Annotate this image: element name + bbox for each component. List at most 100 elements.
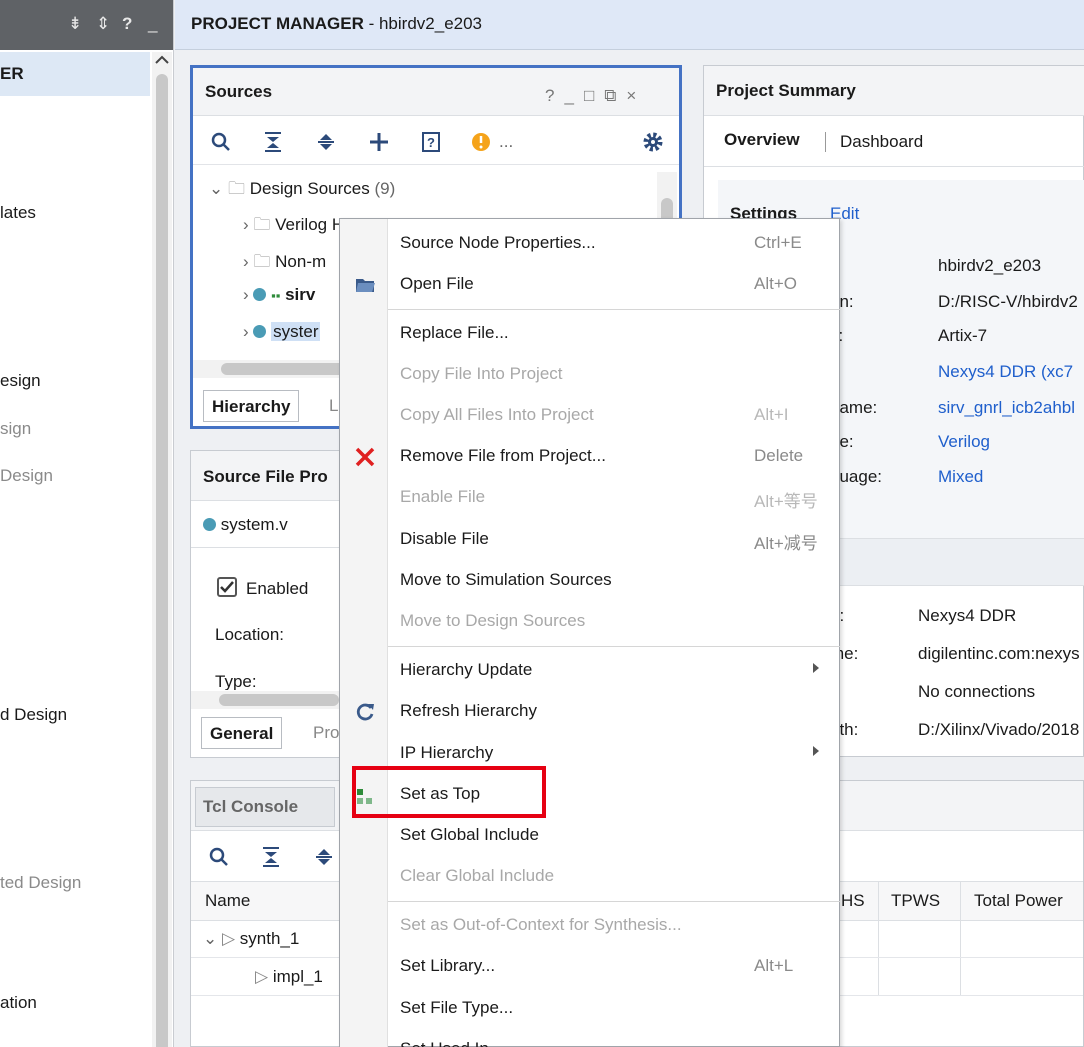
maximize-icon[interactable]: □ xyxy=(584,86,604,105)
refresh-icon xyxy=(356,703,374,721)
menu-item-disable-file[interactable]: Disable File Alt+减号 xyxy=(400,524,820,554)
flow-navigator: ⇟ ⇕ ? _ ER lates esign sign Design d Des… xyxy=(0,0,174,1047)
close-icon[interactable]: × xyxy=(626,86,646,105)
scrollbar-thumb[interactable] xyxy=(219,694,339,706)
collapse-all-icon[interactable]: ⇟ xyxy=(68,14,82,34)
flow-nav-item-simulation[interactable]: ation xyxy=(0,993,37,1013)
menu-item-refresh-hierarchy[interactable]: Refresh Hierarchy xyxy=(400,696,820,726)
tree-row-non-module[interactable]: › 🗀 Non-m xyxy=(243,249,326,278)
tab-general[interactable]: General xyxy=(201,717,283,749)
flow-nav-item-design[interactable]: esign xyxy=(0,371,41,391)
menu-item-ip-hierarchy[interactable]: IP Hierarchy xyxy=(400,738,820,768)
warning-icon[interactable] xyxy=(469,130,493,154)
expand-all-icon[interactable] xyxy=(314,130,338,154)
help-icon[interactable]: ? xyxy=(545,86,564,105)
menu-item-remove-file[interactable]: Remove File from Project... Delete xyxy=(400,441,820,471)
menu-item-set-library[interactable]: Set Library... Alt+L xyxy=(400,951,820,981)
tab-overview[interactable]: Overview xyxy=(724,130,800,150)
context-menu: Source Node Properties... Ctrl+E Open Fil… xyxy=(339,218,840,1047)
enabled-label: Enabled xyxy=(246,579,309,598)
file-properties-icon[interactable]: ? xyxy=(419,130,443,154)
location-label: Location: xyxy=(215,625,284,644)
chevron-right-icon[interactable]: › xyxy=(243,252,249,271)
scrollbar-thumb[interactable] xyxy=(156,74,168,1047)
source-dot-icon xyxy=(253,325,267,338)
flow-nav-item-design-2[interactable]: sign xyxy=(0,419,31,439)
folder-icon: 🗀 xyxy=(227,179,245,198)
tab-properties[interactable]: Pro xyxy=(313,723,339,743)
chevron-down-icon[interactable]: ⌄ xyxy=(209,179,223,198)
scroll-up-icon[interactable] xyxy=(154,54,170,66)
menu-item-open-file[interactable]: Open File Alt+O xyxy=(400,269,820,299)
search-icon[interactable] xyxy=(209,130,233,154)
props-divider xyxy=(191,547,349,548)
scrollbar-thumb[interactable] xyxy=(221,363,351,375)
props-h-scrollbar[interactable] xyxy=(191,691,349,709)
menu-item-set-global-include[interactable]: Set Global Include xyxy=(400,820,820,850)
menu-item-set-used-in[interactable]: Set Used In... xyxy=(400,1034,820,1047)
chevron-down-icon[interactable]: ⌄ xyxy=(203,929,217,948)
column-divider xyxy=(960,881,961,996)
menu-item-out-of-context: Set as Out-of-Context for Synthesis... xyxy=(400,915,682,934)
tree-row-system[interactable]: › syster xyxy=(243,322,321,342)
checkmark-icon xyxy=(220,581,234,593)
tree-row-sirv[interactable]: › ▪▪ sirv xyxy=(243,285,315,305)
tree-row-design-sources[interactable]: ⌄ 🗀 Design Sources (9) xyxy=(209,176,395,205)
add-sources-icon[interactable] xyxy=(367,130,391,154)
source-dot-icon xyxy=(253,288,267,301)
minimize-icon[interactable]: _ xyxy=(564,86,583,105)
toolbar-more[interactable]: ... xyxy=(499,132,513,152)
search-icon[interactable] xyxy=(207,845,231,869)
collapse-all-icon[interactable] xyxy=(261,130,285,154)
settings-value: hbirdv2_e203 xyxy=(938,256,1042,275)
table-row[interactable]: ▷ impl_1 xyxy=(255,967,323,987)
column-header-total-power[interactable]: Total Power xyxy=(974,891,1063,911)
settings-link-value[interactable]: Verilog xyxy=(938,432,990,452)
menu-item-replace-file[interactable]: Replace File... xyxy=(400,318,820,348)
column-header-tpws[interactable]: TPWS xyxy=(891,891,940,911)
menu-item-move-to-simulation[interactable]: Move to Simulation Sources xyxy=(400,565,820,595)
chevron-right-icon[interactable]: › xyxy=(243,322,249,341)
flow-nav-item-templates[interactable]: lates xyxy=(0,203,36,223)
settings-link-value[interactable]: sirv_gnrl_icb2ahbl xyxy=(938,398,1075,418)
menu-separator xyxy=(388,646,840,647)
settings-link-value[interactable]: Nexys4 DDR (xc7 xyxy=(938,362,1073,382)
flow-nav-item-design-3[interactable]: Design xyxy=(0,466,53,486)
expand-all-icon[interactable] xyxy=(312,845,336,869)
menu-item-source-node-properties[interactable]: Source Node Properties... Ctrl+E xyxy=(400,228,820,258)
tcl-title[interactable]: Tcl Console xyxy=(203,797,298,817)
gear-icon[interactable] xyxy=(641,130,665,154)
column-header-name[interactable]: Name xyxy=(205,891,250,911)
menu-item-set-file-type[interactable]: Set File Type... xyxy=(400,993,820,1023)
source-dot-icon xyxy=(203,518,216,531)
column-header-hs[interactable]: HS xyxy=(841,891,865,911)
tab-hierarchy[interactable]: Hierarchy xyxy=(203,390,300,422)
expand-icon[interactable]: ⇕ xyxy=(96,14,110,34)
help-icon[interactable]: ? xyxy=(122,14,132,34)
float-icon[interactable]: ⧉ xyxy=(604,86,626,105)
folder-icon: 🗀 xyxy=(253,252,271,271)
chevron-right-icon[interactable]: › xyxy=(243,215,249,234)
minimize-icon[interactable]: _ xyxy=(148,14,157,34)
flow-nav-item-synthesized-design[interactable]: ted Design xyxy=(0,873,81,893)
chevron-right-icon[interactable]: › xyxy=(243,285,249,304)
flow-nav-item-project-manager[interactable]: ER xyxy=(0,64,24,84)
remove-x-icon xyxy=(355,447,375,467)
type-label: Type: xyxy=(215,672,257,690)
tab-dashboard[interactable]: Dashboard xyxy=(840,132,923,152)
collapse-all-icon[interactable] xyxy=(259,845,283,869)
summary-divider xyxy=(704,166,1084,167)
board-value: digilentinc.com:nexys xyxy=(918,644,1080,663)
column-divider xyxy=(878,881,879,996)
panel-window-controls[interactable]: ?_□⧉× xyxy=(545,86,646,106)
board-value: No connections xyxy=(918,682,1036,701)
project-manager-header: PROJECT MANAGER - hbirdv2_e203 xyxy=(175,0,1084,50)
table-row[interactable]: ⌄ ▷ synth_1 xyxy=(203,929,299,949)
flow-nav-scrollbar[interactable] xyxy=(152,52,172,1047)
menu-item-hierarchy-update[interactable]: Hierarchy Update xyxy=(400,655,820,685)
menu-item-enable-file: Enable File Alt+等号 xyxy=(400,487,818,511)
settings-link-value[interactable]: Mixed xyxy=(938,467,983,487)
enabled-checkbox[interactable] xyxy=(217,577,237,597)
settings-value: Artix-7 xyxy=(938,326,988,345)
flow-nav-item-elaborated-design[interactable]: d Design xyxy=(0,705,67,725)
